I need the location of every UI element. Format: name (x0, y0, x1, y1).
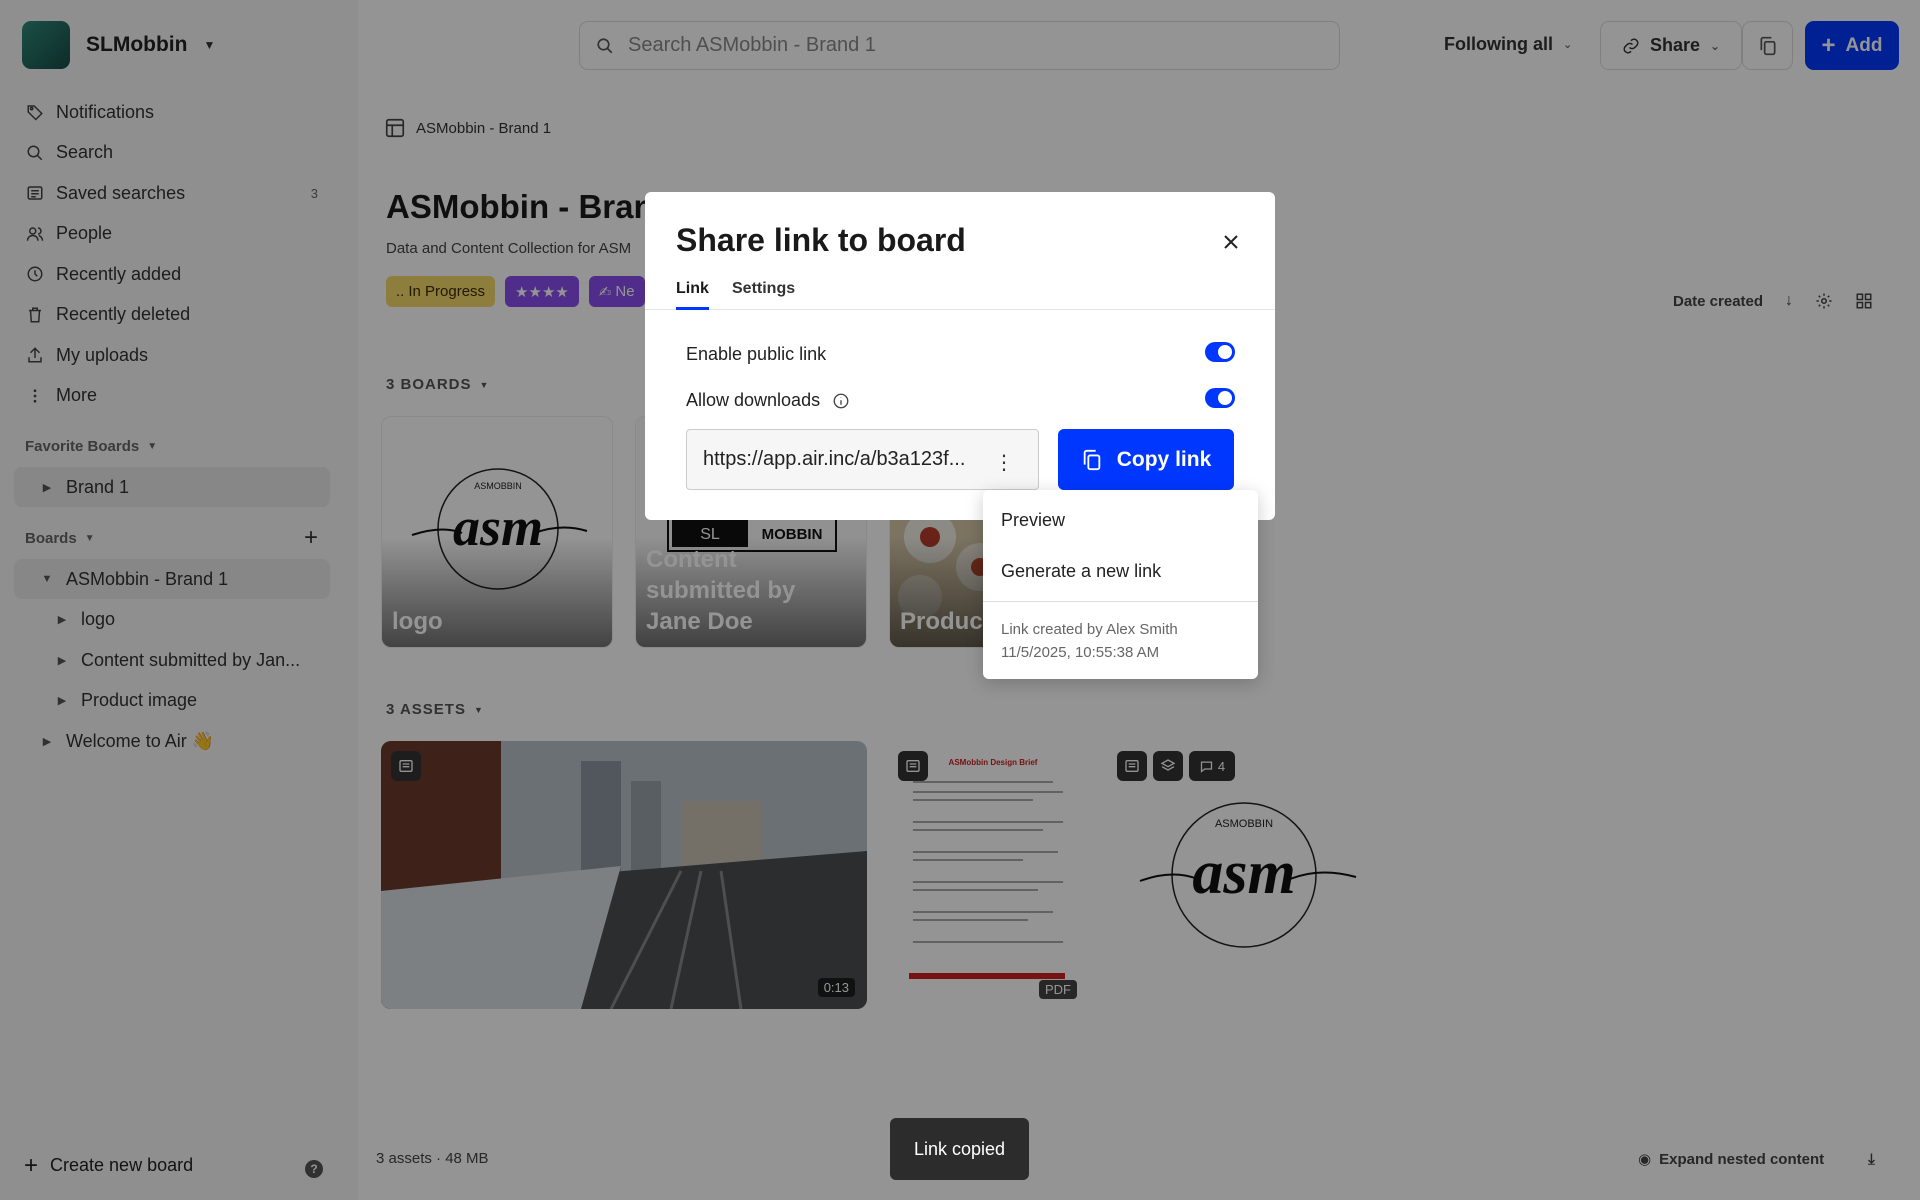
modal-backdrop[interactable] (0, 0, 1920, 1200)
enable-public-link-toggle[interactable] (1205, 342, 1235, 362)
copy-icon (1083, 449, 1100, 470)
menu-item-generate-new-link[interactable]: Generate a new link (1001, 561, 1161, 582)
modal-title: Share link to board (676, 222, 966, 258)
enable-public-link-row: Enable public link (686, 344, 826, 365)
link-created-by: Link created by Alex Smith (1001, 621, 1178, 638)
copy-link-label: Copy link (1116, 447, 1212, 471)
public-link-field[interactable]: https://app.air.inc/a/b3a123f... ⋮ (686, 429, 1039, 490)
public-link-url: https://app.air.inc/a/b3a123f... (703, 448, 966, 470)
close-icon (1224, 235, 1238, 249)
close-button[interactable] (1217, 228, 1245, 256)
menu-item-preview[interactable]: Preview (1001, 510, 1065, 531)
info-icon[interactable] (832, 392, 850, 410)
tab-link[interactable]: Link (676, 280, 709, 310)
link-options-menu: Preview Generate a new link Link created… (983, 490, 1258, 679)
app-root: SLMobbin ▼ Notifications Search Saved se… (0, 0, 1920, 1200)
more-options-icon[interactable]: ⋮ (994, 450, 1014, 475)
allow-downloads-label: Allow downloads (686, 390, 821, 410)
modal-tabs: Link Settings (645, 280, 1275, 310)
menu-divider (983, 601, 1258, 602)
link-created-info: Link created by Alex Smith 11/5/2025, 10… (1001, 618, 1178, 664)
share-link-modal: Share link to board Link Settings Enable… (645, 192, 1275, 520)
allow-downloads-toggle[interactable] (1205, 388, 1235, 408)
allow-downloads-row: Allow downloads (686, 390, 850, 411)
toast-notification: Link copied (890, 1118, 1029, 1180)
enable-public-link-label: Enable public link (686, 344, 827, 364)
link-created-at: 11/5/2025, 10:55:38 AM (1001, 644, 1160, 661)
tab-settings[interactable]: Settings (732, 280, 795, 310)
copy-link-button[interactable]: Copy link (1058, 429, 1234, 490)
